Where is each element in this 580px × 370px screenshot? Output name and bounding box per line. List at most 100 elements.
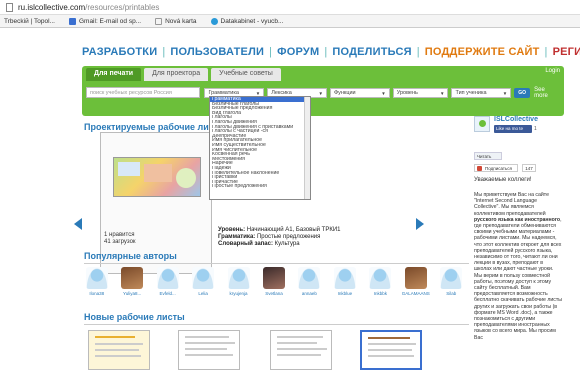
islcollective-logo-icon	[474, 116, 490, 132]
thumbnail-image-2	[144, 164, 172, 182]
facebook-like-count: 1	[534, 126, 537, 132]
bookmark-label: Trbeckiй | Topol...	[4, 17, 55, 25]
level-label: Уровень:	[218, 227, 246, 233]
nav-separator: |	[269, 46, 273, 58]
sheet-line	[95, 355, 141, 357]
bookmark-label: Gmail: E-mail od sp...	[78, 17, 142, 25]
author-name: Inkblue	[337, 291, 353, 296]
see-more-link[interactable]: See more	[534, 87, 560, 99]
author-item[interactable]: Yuliya8...	[117, 267, 146, 307]
select-value: Функции	[333, 89, 356, 96]
welcome-text: Мы приветствуем Вас на сайте "Internet S…	[474, 192, 562, 341]
sheet-line	[185, 342, 235, 344]
sheet-line	[368, 349, 412, 351]
author-item[interactable]: Evfeld...	[153, 267, 182, 307]
dropdown-scrollbar[interactable]	[304, 97, 310, 199]
sidebar: ISLCollective Like на mo te 1 Читать Под…	[474, 114, 564, 341]
sheet-line	[185, 348, 227, 350]
level-select[interactable]: Уровень ▼	[392, 87, 449, 98]
select-value: Тип ученика	[455, 89, 487, 96]
select-value: Уровень	[396, 89, 418, 96]
downloads-count: 41 загрузок	[104, 239, 136, 245]
url-path: /resources/printables	[85, 2, 160, 12]
sheet-line	[368, 343, 416, 345]
sheet-line	[368, 355, 414, 357]
author-item[interactable]: Inkblue	[330, 267, 359, 307]
bookmark-3[interactable]: Nová karta	[155, 17, 197, 25]
author-name: GALAMAANS	[401, 291, 430, 296]
sheet-line	[185, 336, 229, 338]
bookmark-1[interactable]: Trbeckiй | Topol...	[4, 18, 55, 25]
sheet-line	[368, 337, 410, 339]
nav-separator: |	[544, 46, 548, 58]
author-item[interactable]: Svetlana	[259, 267, 288, 307]
tab-printables[interactable]: Для печати	[86, 68, 142, 81]
page-icon	[155, 17, 163, 25]
chevron-down-icon: ▼	[440, 90, 445, 96]
carousel-prev-arrow-icon[interactable]	[74, 218, 82, 230]
author-name: kryujenja	[229, 291, 248, 296]
author-item[interactable]: Silab	[437, 267, 466, 307]
sheet-line	[277, 336, 323, 338]
site-content: РАЗРАБОТКИ | ПОЛЬЗОВАТЕЛИ | ФОРУМ | ПОДЕ…	[74, 34, 580, 370]
new-sheet-thumbnail[interactable]	[178, 330, 240, 370]
avatar	[227, 267, 250, 289]
brand-name[interactable]: ISLCollective	[494, 116, 538, 123]
author-name: Evfeld...	[159, 291, 176, 296]
tab-projector[interactable]: Для проектора	[144, 68, 209, 81]
vk-read-button[interactable]: Читать	[474, 152, 502, 160]
subscribe-count: 147	[522, 164, 536, 172]
author-name: Inkbbk	[373, 291, 387, 296]
author-item[interactable]: kryujenja	[224, 267, 253, 307]
bookmark-2[interactable]: Gmail: E-mail od sp...	[68, 17, 142, 25]
authors-title: Популярные авторы	[84, 251, 177, 261]
greeting: Уважаемые коллеги!	[474, 177, 532, 183]
functions-select[interactable]: Функции ▼	[329, 87, 390, 98]
author-item[interactable]: Lelia	[188, 267, 217, 307]
author-item[interactable]: Ilona38	[82, 267, 111, 307]
nav-item-forum[interactable]: ФОРУМ	[277, 46, 319, 58]
bookmark-label: Nová karta	[165, 17, 197, 25]
nav-item-share[interactable]: ПОДЕЛИТЬСЯ	[332, 46, 411, 58]
welcome-part: Мы приветствуем Вас на сайте "Internet S…	[474, 192, 549, 217]
new-sheet-thumbnail[interactable]	[270, 330, 332, 370]
sheet-line	[277, 348, 327, 350]
chevron-down-icon: ▼	[502, 90, 508, 96]
sheet-line	[185, 354, 233, 356]
thumbnail-image-3	[176, 168, 196, 188]
new-sheet-thumbnail[interactable]	[360, 330, 422, 370]
nav-item-users[interactable]: ПОЛЬЗОВАТЕЛИ	[170, 46, 264, 58]
grammar-dropdown-list[interactable]: Грамматика Безличные глаголы Безличные п…	[209, 96, 311, 200]
login-link[interactable]: Login	[545, 68, 560, 74]
author-item[interactable]: Inkbbk	[366, 267, 395, 307]
sheet-line	[277, 354, 321, 356]
address-bar[interactable]: ru.islcollective.com /resources/printabl…	[0, 0, 580, 15]
go-button[interactable]: GO	[514, 87, 531, 98]
nav-item-materials[interactable]: РАЗРАБОТКИ	[82, 46, 157, 58]
tab-teaching-tips[interactable]: Учебные советы	[211, 68, 281, 81]
sheet-line	[277, 342, 317, 344]
search-input[interactable]: поиск учебных ресурсов Россия	[86, 87, 201, 98]
nav-item-register[interactable]: РЕГИСТРАЦИЯ	[553, 46, 580, 58]
avatar	[333, 267, 356, 289]
vocab-value: Культура	[274, 241, 300, 247]
authors-list: Ilona38 Yuliya8... Evfeld... Lelia kryuj…	[82, 267, 472, 307]
student-type-select[interactable]: Тип ученика ▼	[451, 87, 512, 98]
author-item[interactable]: GALAMAANS	[401, 267, 430, 307]
main-nav: РАЗРАБОТКИ | ПОЛЬЗОВАТЕЛИ | ФОРУМ | ПОДЕ…	[82, 44, 580, 60]
new-sheets-title: Новые рабочие листы	[84, 312, 185, 322]
nav-item-support[interactable]: ПОДДЕРЖИТЕ САЙТ	[425, 46, 540, 58]
dropdown-option[interactable]: Простые предложения	[210, 184, 310, 189]
new-sheet-thumbnail[interactable]	[88, 330, 150, 370]
author-name: Lelia	[198, 291, 208, 296]
subscribe-button[interactable]: Подписаться	[474, 164, 518, 172]
grammar-label: Грамматика:	[218, 234, 256, 240]
divider	[84, 324, 469, 325]
author-name: annaeb	[301, 291, 317, 296]
author-item[interactable]: annaeb	[295, 267, 324, 307]
grammar-value: Простые предложения	[256, 234, 321, 240]
author-name: Silab	[446, 291, 457, 296]
facebook-like-button[interactable]: Like на mo te	[494, 125, 532, 133]
carousel-next-arrow-icon[interactable]	[416, 218, 424, 230]
bookmark-4[interactable]: Datakabinet - vyucb...	[210, 17, 283, 25]
